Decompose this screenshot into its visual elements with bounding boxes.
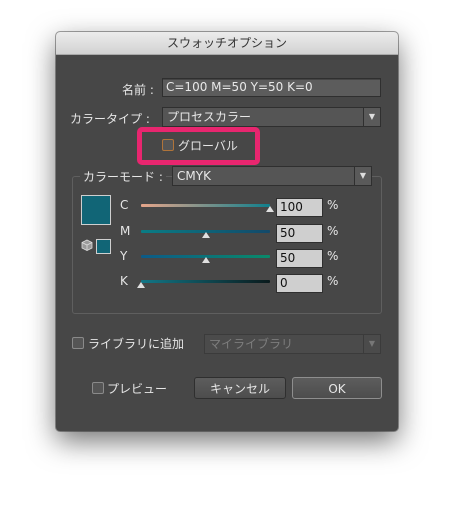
out-of-gamut-cube-icon bbox=[81, 239, 93, 251]
add-to-library-label: ライブラリに追加 bbox=[88, 337, 185, 351]
color-mode-value: CMYK bbox=[177, 169, 211, 183]
channel-slider-c[interactable] bbox=[141, 204, 270, 207]
channel-value-y[interactable]: 50 bbox=[276, 249, 323, 268]
channel-label-c: C bbox=[120, 198, 129, 212]
color-type-value: プロセスカラー bbox=[167, 110, 252, 124]
swatch-options-dialog: スウォッチオプション 名前 : C=100 M=50 Y=50 K=0 カラータ… bbox=[56, 32, 398, 431]
color-mode-label: カラーモード : bbox=[80, 168, 166, 185]
color-type-label: カラータイプ : bbox=[70, 112, 150, 126]
ok-button[interactable]: OK bbox=[292, 377, 382, 399]
swatch-preview bbox=[81, 195, 111, 225]
channel-slider-k[interactable] bbox=[141, 280, 270, 283]
name-label: 名前 : bbox=[122, 83, 154, 97]
slider-thumb[interactable] bbox=[201, 257, 210, 263]
chevron-down-icon: ▼ bbox=[363, 335, 380, 353]
channel-label-m: M bbox=[120, 224, 131, 238]
channel-value-m[interactable]: 50 bbox=[276, 224, 323, 243]
cancel-button[interactable]: キャンセル bbox=[194, 377, 286, 399]
preview-label: プレビュー bbox=[107, 382, 168, 396]
percent-unit: % bbox=[327, 274, 339, 288]
global-checkbox[interactable] bbox=[162, 139, 174, 151]
slider-thumb[interactable] bbox=[266, 206, 274, 212]
channel-label-k: K bbox=[120, 274, 128, 288]
chevron-down-icon: ▼ bbox=[354, 167, 371, 185]
library-value: マイライブラリ bbox=[209, 337, 294, 351]
global-label: グローバル bbox=[178, 139, 238, 153]
percent-unit: % bbox=[327, 224, 339, 238]
slider-thumb[interactable] bbox=[201, 232, 210, 238]
dialog-title: スウォッチオプション bbox=[56, 32, 398, 55]
percent-unit: % bbox=[327, 198, 339, 212]
color-mode-select[interactable]: CMYK ▼ bbox=[172, 166, 372, 186]
add-to-library-checkbox[interactable] bbox=[72, 337, 84, 349]
slider-thumb[interactable] bbox=[137, 282, 145, 288]
library-select[interactable]: マイライブラリ ▼ bbox=[204, 334, 381, 354]
chevron-down-icon: ▼ bbox=[363, 108, 380, 126]
color-type-select[interactable]: プロセスカラー ▼ bbox=[162, 107, 381, 127]
web-safe-swatch[interactable] bbox=[96, 239, 111, 254]
color-mode-group bbox=[72, 176, 382, 314]
channel-value-c[interactable]: 100 bbox=[276, 198, 323, 217]
swatch-name-field[interactable]: C=100 M=50 Y=50 K=0 bbox=[162, 78, 381, 97]
percent-unit: % bbox=[327, 249, 339, 263]
channel-value-k[interactable]: 0 bbox=[276, 274, 323, 293]
preview-checkbox[interactable] bbox=[92, 382, 104, 394]
channel-label-y: Y bbox=[120, 249, 128, 263]
